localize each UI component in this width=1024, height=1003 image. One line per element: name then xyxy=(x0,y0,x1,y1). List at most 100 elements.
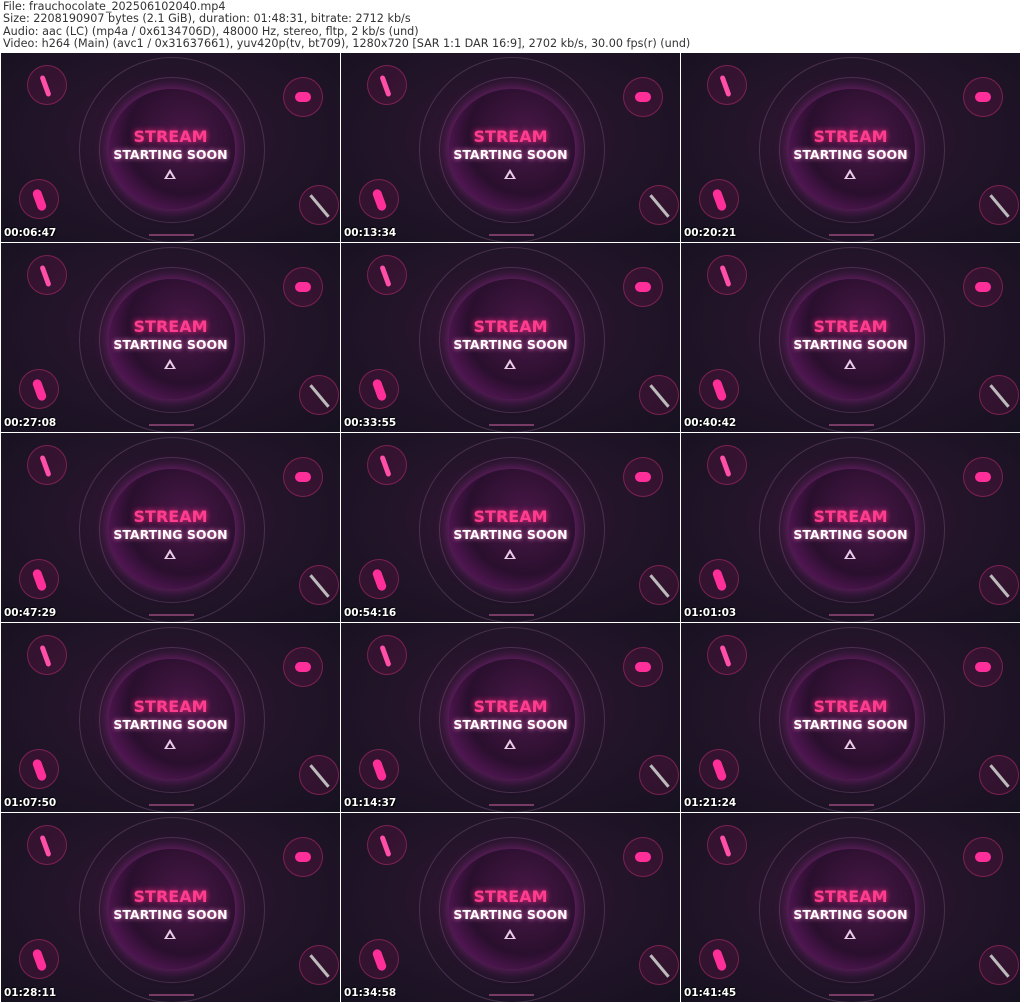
wand-icon xyxy=(299,185,339,225)
timestamp: 01:28:11 xyxy=(4,987,57,999)
video-thumbnail: STREAM STARTING SOON 00:54:16 xyxy=(341,433,680,622)
toy-icon xyxy=(963,457,1003,497)
stream-title: STREAM xyxy=(813,317,888,336)
triangle-icon xyxy=(504,549,516,559)
toy-icon xyxy=(27,65,67,105)
stream-title: STREAM xyxy=(133,127,208,146)
triangle-icon xyxy=(164,739,176,749)
toy-icon xyxy=(699,559,739,599)
stream-title: STREAM xyxy=(813,887,888,906)
toy-icon xyxy=(367,635,407,675)
bottom-bar xyxy=(829,994,874,996)
wand-icon xyxy=(639,945,679,985)
video-info: Video: h264 (Main) (avc1 / 0x31637661), … xyxy=(3,37,691,51)
starting-soon-text: STARTING SOON xyxy=(793,907,908,922)
triangle-icon xyxy=(504,929,516,939)
video-thumbnail: STREAM STARTING SOON 00:47:29 xyxy=(1,433,340,622)
bottom-bar xyxy=(149,234,194,236)
triangle-icon xyxy=(844,929,856,939)
toy-icon xyxy=(707,65,747,105)
video-thumbnail: STREAM STARTING SOON 01:21:24 xyxy=(681,623,1020,812)
toy-icon xyxy=(963,837,1003,877)
starting-soon-text: STARTING SOON xyxy=(793,337,908,352)
toy-icon xyxy=(19,369,59,409)
starting-soon-text: STARTING SOON xyxy=(453,337,568,352)
toy-icon xyxy=(707,825,747,865)
toy-icon xyxy=(27,635,67,675)
stream-title: STREAM xyxy=(133,887,208,906)
stream-title: STREAM xyxy=(813,697,888,716)
toy-icon xyxy=(699,749,739,789)
toy-icon xyxy=(699,369,739,409)
video-thumbnail: STREAM STARTING SOON 00:13:34 xyxy=(341,53,680,242)
timestamp: 00:33:55 xyxy=(344,417,397,429)
timestamp: 00:20:21 xyxy=(684,227,737,239)
file-info-header: File: frauchocolate_202506102040.mp4 Siz… xyxy=(3,0,691,51)
bottom-bar xyxy=(489,804,534,806)
timestamp: 00:27:08 xyxy=(4,417,57,429)
toy-icon xyxy=(283,837,323,877)
bottom-bar xyxy=(829,614,874,616)
video-thumbnail: STREAM STARTING SOON 01:34:58 xyxy=(341,813,680,1002)
starting-soon-text: STARTING SOON xyxy=(453,717,568,732)
toy-icon xyxy=(359,559,399,599)
stream-title: STREAM xyxy=(473,697,548,716)
wand-icon xyxy=(979,185,1019,225)
timestamp: 00:47:29 xyxy=(4,607,57,619)
triangle-icon xyxy=(844,169,856,179)
triangle-icon xyxy=(164,549,176,559)
timestamp: 01:41:45 xyxy=(684,987,737,999)
toy-icon xyxy=(283,647,323,687)
starting-soon-text: STARTING SOON xyxy=(793,717,908,732)
video-thumbnail: STREAM STARTING SOON 01:07:50 xyxy=(1,623,340,812)
stream-title: STREAM xyxy=(473,127,548,146)
toy-icon xyxy=(707,445,747,485)
toy-icon xyxy=(19,179,59,219)
toy-icon xyxy=(699,179,739,219)
stream-title: STREAM xyxy=(133,507,208,526)
bottom-bar xyxy=(829,424,874,426)
stream-title: STREAM xyxy=(473,507,548,526)
video-thumbnail: STREAM STARTING SOON 00:06:47 xyxy=(1,53,340,242)
video-thumbnail: STREAM STARTING SOON 00:20:21 xyxy=(681,53,1020,242)
video-thumbnail: STREAM STARTING SOON 01:28:11 xyxy=(1,813,340,1002)
wand-icon xyxy=(299,945,339,985)
timestamp: 01:34:58 xyxy=(344,987,397,999)
bottom-bar xyxy=(149,424,194,426)
toy-icon xyxy=(623,77,663,117)
stream-title: STREAM xyxy=(473,887,548,906)
wand-icon xyxy=(639,565,679,605)
toy-icon xyxy=(623,647,663,687)
bottom-bar xyxy=(829,804,874,806)
video-thumbnail: STREAM STARTING SOON 00:33:55 xyxy=(341,243,680,432)
toy-icon xyxy=(283,267,323,307)
timestamp: 01:21:24 xyxy=(684,797,737,809)
timestamp: 00:40:42 xyxy=(684,417,737,429)
starting-soon-text: STARTING SOON xyxy=(113,717,228,732)
video-thumbnail: STREAM STARTING SOON 01:01:03 xyxy=(681,433,1020,622)
video-thumbnail: STREAM STARTING SOON 01:14:37 xyxy=(341,623,680,812)
bottom-bar xyxy=(489,614,534,616)
timestamp: 01:07:50 xyxy=(4,797,57,809)
stream-title: STREAM xyxy=(133,697,208,716)
starting-soon-text: STARTING SOON xyxy=(453,147,568,162)
bottom-bar xyxy=(149,614,194,616)
bottom-bar xyxy=(149,804,194,806)
starting-soon-text: STARTING SOON xyxy=(113,337,228,352)
wand-icon xyxy=(639,185,679,225)
timestamp: 01:14:37 xyxy=(344,797,397,809)
triangle-icon xyxy=(504,739,516,749)
toy-icon xyxy=(19,939,59,979)
toy-icon xyxy=(27,255,67,295)
bottom-bar xyxy=(489,424,534,426)
toy-icon xyxy=(27,445,67,485)
starting-soon-text: STARTING SOON xyxy=(453,907,568,922)
toy-icon xyxy=(283,77,323,117)
toy-icon xyxy=(367,65,407,105)
toy-icon xyxy=(359,939,399,979)
toy-icon xyxy=(963,647,1003,687)
thumbnail-grid: STREAM STARTING SOON 00:06:47 STREAM STA… xyxy=(1,53,1023,1003)
triangle-icon xyxy=(844,549,856,559)
triangle-icon xyxy=(844,739,856,749)
wand-icon xyxy=(979,565,1019,605)
